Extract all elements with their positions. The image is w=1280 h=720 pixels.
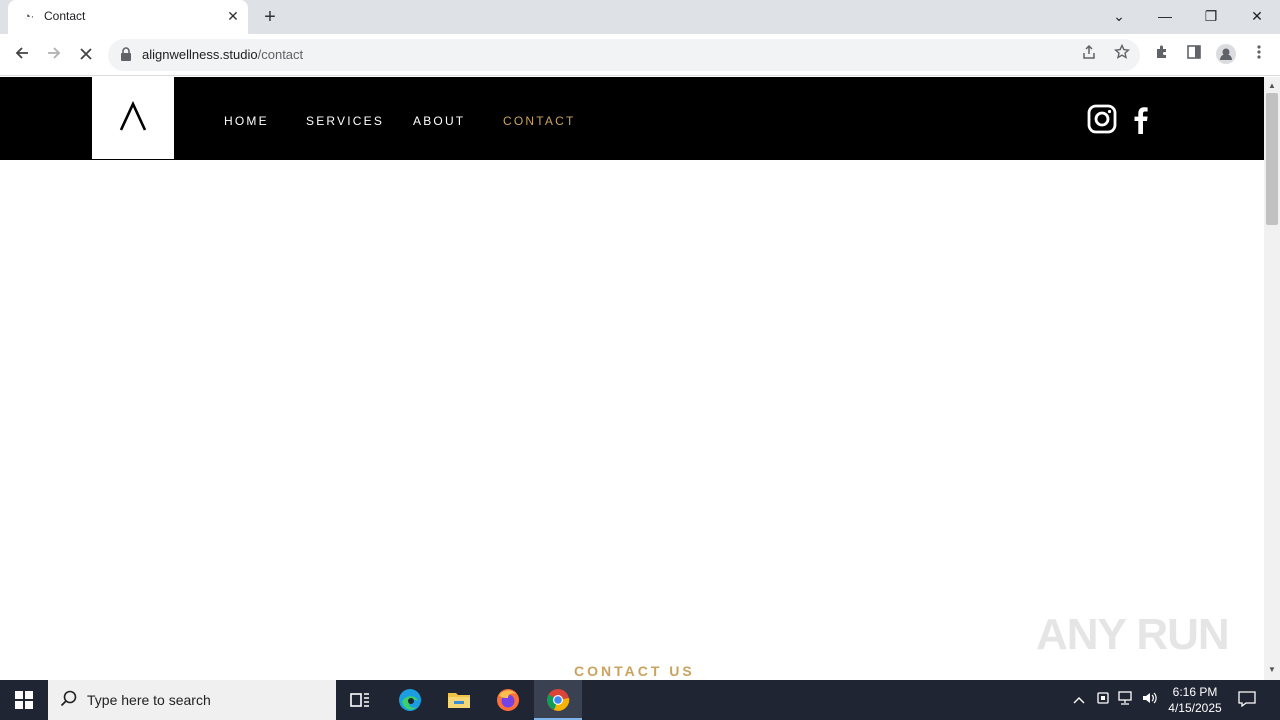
loading-favicon-icon: ◔· (24, 11, 35, 23)
extensions-puzzle-icon[interactable] (1151, 44, 1173, 66)
instagram-icon[interactable] (1087, 104, 1117, 134)
nav-home[interactable]: HOME (224, 114, 269, 128)
forward-arrow-icon[interactable] (42, 43, 66, 67)
tab-close-icon[interactable]: ✕ (225, 8, 241, 24)
facebook-icon[interactable] (1129, 104, 1159, 134)
restore-button[interactable]: ❐ (1198, 4, 1224, 28)
firefox-taskbar-app[interactable] (484, 680, 532, 720)
tab-title: Contact (44, 9, 86, 23)
close-window-button[interactable]: ✕ (1244, 4, 1270, 28)
new-tab-button[interactable]: + (259, 6, 281, 28)
nav-about[interactable]: ABOUT (413, 114, 465, 128)
scroll-thumb[interactable] (1266, 93, 1278, 225)
bookmark-star-icon[interactable] (1111, 43, 1133, 66)
stop-loading-icon[interactable] (74, 43, 98, 67)
taskbar-search-box[interactable]: Type here to search (48, 680, 336, 720)
share-icon[interactable] (1078, 44, 1100, 66)
network-icon[interactable] (1117, 691, 1135, 709)
volume-icon[interactable] (1141, 691, 1159, 709)
tab-strip: ◔· Contact ✕ + ⌄ — ❐ ✕ (0, 0, 1280, 34)
chrome-taskbar-app[interactable] (534, 680, 582, 720)
scroll-down-arrow-icon[interactable]: ▼ (1268, 665, 1276, 674)
page-viewport: HOME SERVICES ABOUT CONTACT CONTACT US A… (0, 77, 1264, 680)
profile-avatar-icon[interactable] (1215, 44, 1237, 66)
taskbar: Type here to search 6:16 PM 4/15/2025 (0, 680, 1280, 720)
browser-toolbar: alignwellness.studio/contact (0, 34, 1280, 76)
clock-date: 4/15/2025 (1168, 701, 1222, 715)
tray-device-icon[interactable] (1094, 691, 1112, 709)
minimize-button[interactable]: — (1152, 4, 1178, 28)
anyrun-watermark: ANY RUN (1036, 610, 1230, 659)
back-arrow-icon[interactable] (10, 43, 34, 67)
nav-contact[interactable]: CONTACT (503, 114, 576, 128)
clock-time: 6:16 PM (1172, 685, 1218, 699)
edge-taskbar-app[interactable] (386, 680, 434, 720)
edge-icon (399, 689, 421, 711)
chrome-icon (547, 689, 570, 711)
tab-search-chevron-icon[interactable]: ⌄ (1106, 4, 1132, 28)
notifications-icon[interactable] (1238, 691, 1256, 709)
task-view-icon (350, 693, 369, 707)
logo-mark-icon (119, 101, 147, 131)
browser-menu-icon[interactable] (1248, 44, 1270, 66)
contact-us-heading: CONTACT US (574, 663, 695, 679)
site-logo[interactable] (92, 77, 174, 159)
search-placeholder: Type here to search (87, 692, 211, 708)
nav-services[interactable]: SERVICES (306, 114, 384, 128)
url-text[interactable]: alignwellness.studio/contact (142, 47, 303, 62)
tray-chevron-up-icon[interactable] (1070, 691, 1088, 709)
browser-tab[interactable]: ◔· Contact ✕ (8, 0, 248, 34)
address-bar[interactable]: alignwellness.studio/contact (108, 39, 1140, 71)
folder-icon (448, 693, 470, 708)
page-scrollbar[interactable]: ▲ ▼ (1264, 77, 1280, 680)
task-view-button[interactable] (336, 680, 384, 720)
firefox-icon (497, 689, 519, 711)
file-explorer-taskbar-app[interactable] (435, 680, 483, 720)
search-icon (60, 690, 78, 708)
lock-icon[interactable] (120, 47, 132, 61)
side-panel-icon[interactable] (1183, 44, 1205, 66)
start-button[interactable] (0, 680, 48, 720)
site-header: HOME SERVICES ABOUT CONTACT (0, 77, 1264, 160)
scroll-up-arrow-icon[interactable]: ▲ (1268, 81, 1276, 90)
windows-logo-icon (15, 691, 33, 709)
system-clock[interactable]: 6:16 PM 4/15/2025 (1160, 684, 1230, 716)
